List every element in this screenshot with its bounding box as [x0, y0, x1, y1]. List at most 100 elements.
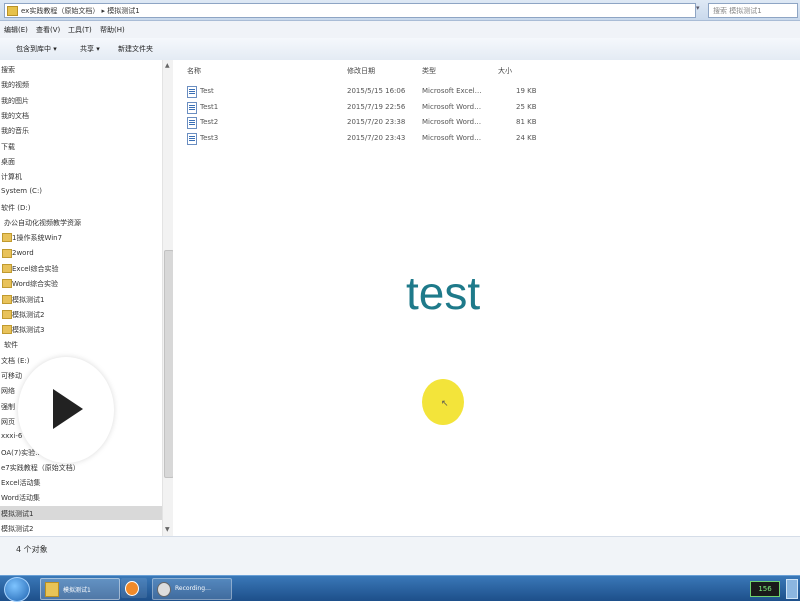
menu-view[interactable]: 查看(V)	[36, 25, 60, 35]
search-placeholder: 搜索 模拟测试1	[713, 7, 762, 15]
folder-icon	[2, 233, 12, 243]
sidebar-item[interactable]: Excel综合实验	[0, 261, 162, 275]
sidebar-item-label: 模拟测试2	[12, 310, 45, 319]
file-list-pane: 名称 修改日期 类型 大小 Test 2015/5/15 16:06 Microso…	[173, 60, 800, 536]
navigation-pane: 搜索我的视频我的图片我的文档 我的音乐下载桌面计算机 System (C:) 软件 (…	[0, 60, 162, 536]
mouse-cursor-icon: ↖	[441, 399, 449, 409]
taskbar: 模拟测试1 Recording… 156	[0, 575, 800, 602]
column-header-name[interactable]: 名称	[187, 66, 201, 76]
address-field[interactable]: ex实践教程（原始文档） ▸ 模拟测试1	[4, 3, 696, 18]
sidebar-item-label: 文档 (E:)	[1, 356, 30, 365]
sidebar-item[interactable]: 我的视频	[0, 77, 162, 91]
sidebar-item[interactable]: 办公自动化视频教学资源	[0, 215, 162, 229]
search-input[interactable]: 搜索 模拟测试1	[708, 3, 798, 18]
sidebar-item[interactable]: 软件	[0, 337, 162, 351]
sidebar-item-label: 模拟测试1	[12, 295, 45, 304]
file-row[interactable]: Test3 2015/7/20 23:43 Microsoft Word… 24 KB	[183, 131, 543, 146]
file-date: 2015/7/19 22:56	[347, 102, 406, 111]
taskbar-button-explorer[interactable]: 模拟测试1	[40, 578, 120, 600]
sidebar-item-label: 搜索	[1, 66, 15, 74]
sidebar-item[interactable]: 软件 (D:)	[0, 200, 162, 214]
sidebar-item[interactable]: e7实践教程（原始文档）	[0, 460, 162, 474]
file-size: 24 KB	[516, 133, 537, 142]
sidebar-item[interactable]: 模拟测试2	[0, 307, 162, 321]
sidebar-item[interactable]: 下载	[0, 139, 162, 153]
sidebar-item-label: 模拟测试3	[12, 326, 45, 335]
column-header-size[interactable]: 大小	[498, 66, 512, 76]
file-row[interactable]: Test2 2015/7/20 23:38 Microsoft Word… 81 KB	[183, 115, 543, 130]
sidebar-item[interactable]: 模拟测试2	[0, 521, 162, 535]
file-size: 25 KB	[516, 102, 537, 111]
sidebar-item[interactable]: 模拟测试1	[0, 505, 162, 520]
file-size: 81 KB	[516, 118, 537, 126]
folder-icon	[2, 263, 12, 273]
sidebar-item-label: 计算机	[1, 173, 22, 182]
sidebar-item[interactable]: 我的图片	[0, 93, 162, 107]
folder-icon	[2, 309, 12, 319]
taskbar-button-media[interactable]	[121, 578, 147, 598]
sidebar-item-label: System (C:)	[1, 187, 43, 196]
taskbar-button-recorder[interactable]: Recording…	[152, 578, 232, 600]
document-icon	[187, 86, 197, 98]
recorder-icon	[157, 582, 171, 597]
sidebar-item-label: 下载	[1, 142, 15, 151]
sidebar-item[interactable]: 我的文档	[0, 108, 162, 122]
column-header-date[interactable]: 修改日期	[347, 66, 375, 76]
sidebar-item-label: 强制	[1, 402, 15, 411]
start-button[interactable]	[4, 577, 30, 602]
menu-help[interactable]: 帮助(H)	[100, 25, 125, 35]
menu-bar: 编辑(E) 查看(V) 工具(T) 帮助(H)	[0, 21, 800, 39]
sidebar-item-label: 我的视频	[1, 81, 29, 90]
sidebar-item-label: 软件 (D:)	[1, 203, 31, 212]
status-bar: 4 个对象	[0, 536, 800, 576]
scroll-up-icon[interactable]: ▲	[165, 62, 170, 69]
sidebar-item-label: 模拟测试1	[1, 509, 34, 518]
file-date: 2015/7/20 23:38	[347, 118, 406, 126]
address-path[interactable]: ex实践教程（原始文档） ▸ 模拟测试1	[21, 6, 140, 16]
menu-edit[interactable]: 编辑(E)	[4, 25, 28, 35]
sidebar-item-label: 可移动	[1, 372, 22, 380]
sidebar-item[interactable]: Excel活动集	[0, 475, 162, 489]
sidebar-item-label: 桌面	[1, 157, 15, 166]
file-row[interactable]: Test 2015/5/15 16:06 Microsoft Excel… 19 KB	[183, 84, 543, 99]
menu-tools[interactable]: 工具(T)	[68, 25, 92, 35]
dropdown-arrow-icon[interactable]: ▾	[696, 4, 706, 15]
taskbar-label: Recording…	[175, 585, 212, 592]
sidebar-item-label: 网络	[1, 387, 15, 396]
sidebar-item[interactable]: Word综合实验	[0, 276, 162, 290]
sidebar-item[interactable]: 1操作系统Win7	[0, 230, 162, 244]
sidebar-item-label: e7实践教程（原始文档）	[1, 463, 80, 472]
file-name: Test3	[200, 133, 219, 142]
folder-icon	[2, 325, 12, 335]
include-in-library-button[interactable]: 包含到库中 ▾	[16, 44, 57, 54]
sidebar-item[interactable]: 桌面	[0, 154, 162, 168]
share-button[interactable]: 共享 ▾	[80, 44, 100, 54]
file-type: Microsoft Excel…	[422, 87, 482, 95]
scroll-down-icon[interactable]: ▼	[165, 526, 170, 533]
new-folder-button[interactable]: 新建文件夹	[118, 44, 153, 54]
sidebar-item[interactable]: 我的音乐	[0, 123, 162, 137]
sidebar-item[interactable]: System (C:)	[0, 184, 162, 198]
sidebar-item-label: xxxi-6	[1, 432, 23, 441]
sidebar-item-label: 我的图片	[1, 96, 29, 105]
play-icon[interactable]	[53, 389, 83, 429]
show-desktop-button[interactable]	[786, 579, 798, 599]
file-date: 2015/5/15 16:06	[347, 87, 406, 95]
file-name: Test	[200, 87, 214, 95]
sidebar-item[interactable]: Word活动集	[0, 490, 162, 504]
sidebar-item[interactable]: 计算机	[0, 169, 162, 183]
sidebar-item[interactable]: 模拟测试3	[0, 322, 162, 336]
column-header-type[interactable]: 类型	[422, 66, 436, 76]
file-type: Microsoft Word…	[422, 102, 482, 111]
file-row[interactable]: Test1 2015/7/19 22:56 Microsoft Word… 25 KB	[183, 100, 543, 115]
file-type: Microsoft Word…	[422, 133, 482, 142]
document-icon	[187, 132, 197, 145]
toolbar: 包含到库中 ▾ 共享 ▾ 新建文件夹	[0, 38, 800, 61]
media-player-icon	[125, 581, 139, 596]
sidebar-item-label: 网页	[1, 417, 15, 426]
sidebar-item[interactable]: 模拟测试1	[0, 292, 162, 306]
sidebar-item[interactable]: 2word	[0, 246, 162, 260]
sidebar-item[interactable]: 搜索	[0, 62, 162, 76]
folder-icon	[2, 294, 12, 304]
tray-badge[interactable]: 156	[750, 581, 780, 597]
